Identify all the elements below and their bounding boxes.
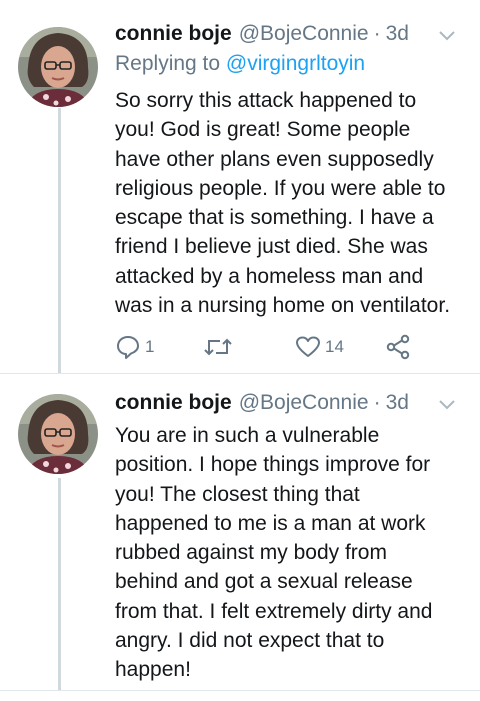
tweet-header: connie boje @BojeConnie · 3d — [115, 18, 409, 50]
tweet-text-line: angry. I did not expect that to — [115, 629, 385, 653]
separator-dot: · — [373, 22, 381, 45]
tweet-text-line: attacked by a homeless man and — [115, 264, 424, 288]
share-icon — [386, 334, 410, 360]
tweet-text: You are in such a vulnerable position. I… — [115, 421, 475, 685]
reply-count: 1 — [145, 337, 155, 356]
replying-to-line: Replying to @virgingrltoyin — [115, 52, 365, 76]
separator-dot: · — [373, 391, 381, 414]
tweet[interactable]: connie boje @BojeConnie · 3d You are in … — [0, 373, 480, 691]
retweet-button[interactable] — [203, 332, 233, 362]
tweet-text-line: friend I believe just died. She was — [115, 235, 428, 259]
tweet-text-line: religious people. If you were able to — [115, 176, 446, 200]
tweet-text-line: escape that is something. I have a — [115, 206, 434, 230]
tweet-text-line: you! The closest thing that — [115, 482, 360, 506]
chevron-down-icon[interactable] — [436, 393, 458, 415]
like-button[interactable]: 14 — [295, 332, 344, 362]
reply-button[interactable]: 1 — [115, 332, 154, 362]
author-name[interactable]: connie boje — [115, 391, 232, 415]
tweet-text-line: was in a nursing home on ventilator. — [115, 294, 451, 318]
tweet-text-line: position. I hope things improve for — [115, 453, 431, 477]
tweet-text-line: rubbed against my body from — [115, 541, 387, 565]
tweet-text-line: you! God is great! Some people — [115, 118, 411, 142]
tweet-text-line: behind and got a sexual release — [115, 570, 413, 594]
tweet-text-line: You are in such a vulnerable — [115, 424, 380, 447]
tweet-text-line: from that. I felt extremely dirty and — [115, 599, 433, 623]
tweet-text-line: have other plans even supposedly — [115, 147, 434, 171]
like-count: 14 — [325, 337, 344, 356]
tweet-text-line: happened to me is a man at work — [115, 511, 426, 535]
author-handle[interactable]: @BojeConnie — [239, 22, 369, 46]
heart-icon — [296, 336, 320, 357]
chevron-down-icon[interactable] — [436, 24, 458, 46]
avatar[interactable] — [18, 27, 98, 107]
avatar[interactable] — [18, 394, 98, 474]
tweet-actions: 1 14 — [115, 332, 435, 362]
tweet-divider — [0, 690, 480, 691]
replying-to-label: Replying to — [115, 52, 221, 75]
thread-connector-line — [58, 108, 61, 373]
author-name[interactable]: connie boje — [115, 22, 232, 46]
tweet-text: So sorry this attack happened to you! Go… — [115, 86, 475, 320]
timestamp[interactable]: 3d — [386, 391, 409, 415]
reply-mention-link[interactable]: @virgingrltoyin — [226, 52, 365, 75]
tweet-header: connie boje @BojeConnie · 3d — [115, 387, 409, 419]
tweet-text-line: happen! — [115, 658, 191, 682]
retweet-icon — [204, 338, 232, 356]
author-handle[interactable]: @BojeConnie — [239, 391, 369, 415]
tweet-text-line: So sorry this attack happened to — [115, 89, 417, 112]
tweet[interactable]: connie boje @BojeConnie · 3d Replying to… — [0, 0, 480, 373]
reply-icon — [117, 336, 139, 359]
timestamp[interactable]: 3d — [386, 22, 409, 46]
share-button[interactable] — [385, 332, 411, 362]
thread-connector-line — [58, 478, 61, 691]
